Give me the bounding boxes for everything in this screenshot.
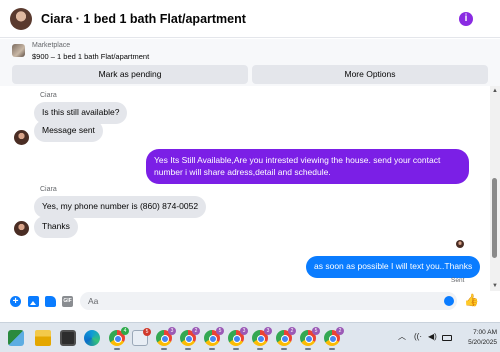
plus-icon[interactable]: +	[10, 296, 21, 307]
image-icon[interactable]	[28, 296, 39, 307]
like-icon[interactable]: 👍	[464, 294, 479, 307]
profile-badge: 4	[121, 327, 129, 335]
chrome-window-icon[interactable]: 3	[228, 327, 248, 350]
info-icon[interactable]: i	[459, 12, 473, 26]
scroll-down-arrow-icon[interactable]: ▼	[492, 283, 498, 289]
chrome-window-icon[interactable]: 2	[324, 327, 344, 350]
message-bubble-incoming[interactable]: Yes, my phone number is (860) 874-0052	[34, 196, 207, 218]
battery-icon[interactable]	[442, 335, 452, 341]
emoji-icon[interactable]	[444, 296, 454, 306]
message-bubble-outgoing[interactable]: as soon as possible I will text you..Tha…	[306, 256, 481, 278]
message-bubble-outgoing[interactable]: Yes Its Still Available,Are you intreste…	[146, 149, 469, 184]
contact-avatar-small[interactable]	[14, 221, 29, 236]
volume-icon[interactable]: ◀)	[428, 332, 437, 352]
message-thread: Ciara Is this still available? Message s…	[0, 86, 500, 291]
gif-icon[interactable]: GIF	[62, 296, 73, 307]
listing-thumbnail[interactable]	[12, 44, 25, 57]
profile-badge: 5	[143, 328, 151, 336]
chrome-window-icon[interactable]: 4	[109, 327, 129, 350]
listing-title[interactable]: $900 – 1 bed 1 bath Flat/apartment	[32, 52, 149, 61]
chat-scrollbar[interactable]: ▲ ▼	[490, 86, 500, 291]
profile-badge: 3	[168, 327, 176, 335]
profile-badge: 2	[192, 327, 200, 335]
messenger-window: Ciara · 1 bed 1 bath Flat/apartment i Ma…	[0, 0, 500, 352]
windows-taskbar: 4 5 3 2 5 3 3 2 5 2 ︿ ((· ◀) 7:00 AM 5/2…	[0, 322, 500, 352]
chrome-window-icon[interactable]: 2	[180, 327, 200, 350]
profile-badge: 3	[240, 327, 248, 335]
scroll-up-arrow-icon[interactable]: ▲	[492, 88, 498, 94]
message-input[interactable]	[80, 292, 457, 310]
terminal-icon[interactable]	[60, 330, 76, 346]
scrollbar-thumb[interactable]	[492, 178, 497, 258]
chrome-window-icon[interactable]: 3	[156, 327, 176, 350]
file-explorer-icon[interactable]	[35, 330, 51, 346]
contact-avatar[interactable]	[10, 7, 32, 30]
chrome-window-icon[interactable]: 2	[276, 327, 296, 350]
marketplace-label: Marketplace	[32, 42, 71, 49]
chrome-window-icon[interactable]: 5	[300, 327, 320, 350]
remote-desktop-icon[interactable]: 5	[132, 328, 151, 346]
contact-avatar-small[interactable]	[14, 130, 29, 145]
conversation-title[interactable]: Ciara · 1 bed 1 bath Flat/apartment	[41, 12, 246, 26]
profile-badge: 2	[288, 327, 296, 335]
profile-badge: 2	[336, 327, 344, 335]
wifi-icon[interactable]: ((·	[414, 332, 422, 352]
message-status: Sent	[451, 277, 465, 284]
marketplace-banner: Marketplace $900 – 1 bed 1 bath Flat/apa…	[0, 39, 500, 86]
chrome-window-icon[interactable]: 5	[204, 327, 224, 350]
message-bubble-incoming[interactable]: Message sent	[34, 120, 103, 142]
message-bubble-incoming[interactable]: Thanks	[34, 216, 78, 238]
sender-name: Ciara	[40, 92, 57, 99]
edge-browser-icon[interactable]	[84, 330, 100, 346]
sticker-icon[interactable]	[45, 296, 56, 307]
seen-indicator-avatar	[456, 240, 464, 248]
more-options-button[interactable]: More Options	[252, 65, 488, 84]
chrome-window-icon[interactable]: 3	[252, 327, 272, 350]
chevron-up-icon[interactable]: ︿	[398, 331, 406, 352]
profile-badge: 3	[264, 327, 272, 335]
clock-time: 7:00 AM	[473, 329, 497, 336]
widgets-icon[interactable]	[8, 330, 24, 346]
clock-date: 5/20/2025	[468, 339, 497, 346]
sender-name: Ciara	[40, 186, 57, 193]
conversation-header: Ciara · 1 bed 1 bath Flat/apartment i	[0, 0, 500, 38]
profile-badge: 5	[216, 327, 224, 335]
profile-badge: 5	[312, 327, 320, 335]
mark-as-pending-button[interactable]: Mark as pending	[12, 65, 248, 84]
system-clock[interactable]: 7:00 AM 5/20/2025	[459, 328, 497, 348]
